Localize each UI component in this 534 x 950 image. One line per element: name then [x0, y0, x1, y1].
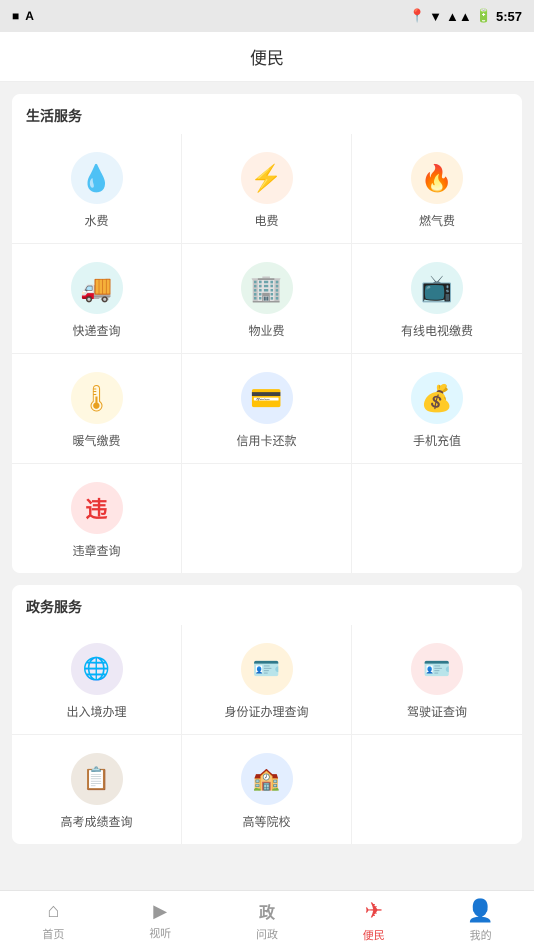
university-item[interactable]: 🏫 高等院校 — [182, 735, 352, 844]
entry-exit-icon: 🌐 — [83, 656, 110, 682]
nav-convenient-label: 便民 — [363, 927, 385, 943]
home-icon: ⌂ — [47, 900, 59, 923]
violation-query-label: 违章查询 — [72, 542, 120, 559]
status-left-icons: ■ A — [12, 9, 34, 23]
gas-fee-icon-bg: 🔥 — [411, 152, 463, 204]
page-header: 便民 — [0, 32, 534, 82]
credit-card-item[interactable]: 💳 信用卡还款 — [182, 354, 352, 464]
gov-icon: 政 — [259, 899, 275, 923]
notification-icon: ■ — [12, 9, 19, 23]
nav-home[interactable]: ⌂ 首页 — [0, 891, 107, 950]
university-label: 高等院校 — [242, 813, 290, 830]
nav-mine[interactable]: 👤 我的 — [427, 891, 534, 950]
water-fee-item[interactable]: 💧 水费 — [12, 134, 182, 244]
media-icon: ▶ — [153, 901, 167, 922]
gaokao-label: 高考成绩查询 — [60, 813, 132, 830]
main-content: 生活服务 💧 水费 ⚡ 电费 🔥 燃气费 — [0, 82, 534, 890]
heating-fee-item[interactable]: 🌡 暖气缴费 — [12, 354, 182, 464]
wifi-icon: ▼ — [429, 9, 442, 24]
status-right-info: 📍 ▼ ▲▲ 🔋 5:57 — [409, 8, 522, 24]
drivers-license-item[interactable]: 🪪 驾驶证查询 — [352, 625, 522, 735]
keyboard-icon: A — [25, 9, 34, 23]
nav-mine-label: 我的 — [470, 927, 492, 943]
electricity-fee-item[interactable]: ⚡ 电费 — [182, 134, 352, 244]
mobile-recharge-icon: 💰 — [421, 383, 453, 414]
express-icon-bg: 🚚 — [71, 262, 123, 314]
drivers-license-icon-bg: 🪪 — [411, 643, 463, 695]
entry-exit-item[interactable]: 🌐 出入境办理 — [12, 625, 182, 735]
mobile-recharge-icon-bg: 💰 — [411, 372, 463, 424]
credit-card-label: 信用卡还款 — [236, 432, 296, 449]
life-services-section: 生活服务 💧 水费 ⚡ 电费 🔥 燃气费 — [12, 94, 522, 573]
heating-fee-icon-bg: 🌡 — [71, 372, 123, 424]
entry-exit-label: 出入境办理 — [66, 703, 126, 720]
heating-fee-label: 暖气缴费 — [72, 432, 120, 449]
electricity-fee-label: 电费 — [254, 212, 278, 229]
gov-services-grid: 🌐 出入境办理 🪪 身份证办理查询 🪪 驾驶证查询 📋 — [12, 625, 522, 844]
drivers-license-label: 驾驶证查询 — [407, 703, 467, 720]
property-fee-label: 物业费 — [248, 322, 284, 339]
time-display: 5:57 — [496, 9, 522, 24]
express-icon: 🚚 — [80, 273, 112, 304]
electricity-icon: ⚡ — [250, 163, 282, 194]
life-services-grid: 💧 水费 ⚡ 电费 🔥 燃气费 🚚 快递查询 — [12, 134, 522, 573]
entry-exit-icon-bg: 🌐 — [71, 643, 123, 695]
id-card-icon: 🪪 — [253, 656, 280, 682]
bottom-nav: ⌂ 首页 ▶ 视听 政 问政 ✈ 便民 👤 我的 — [0, 890, 534, 950]
credit-card-icon: 💳 — [250, 383, 282, 414]
location-icon: 📍 — [409, 8, 425, 24]
nav-convenient[interactable]: ✈ 便民 — [320, 891, 427, 950]
cable-tv-icon: 📺 — [421, 273, 453, 304]
university-icon: 🏫 — [253, 766, 280, 792]
gas-icon: 🔥 — [421, 163, 453, 194]
electricity-fee-icon-bg: ⚡ — [241, 152, 293, 204]
gaokao-icon: 📋 — [83, 766, 110, 792]
gov-services-title: 政务服务 — [12, 585, 522, 625]
gas-fee-label: 燃气费 — [419, 212, 455, 229]
empty-cell-2 — [352, 464, 522, 573]
express-query-item[interactable]: 🚚 快递查询 — [12, 244, 182, 354]
nav-gov-label: 问政 — [256, 926, 278, 942]
gov-empty-cell — [352, 735, 522, 844]
gov-services-section: 政务服务 🌐 出入境办理 🪪 身份证办理查询 🪪 驾驶证查询 — [12, 585, 522, 844]
water-fee-icon-bg: 💧 — [71, 152, 123, 204]
page-title: 便民 — [250, 44, 284, 69]
water-fee-label: 水费 — [84, 212, 108, 229]
mobile-recharge-item[interactable]: 💰 手机充值 — [352, 354, 522, 464]
university-icon-bg: 🏫 — [241, 753, 293, 805]
violation-query-icon-bg: 违 — [71, 482, 123, 534]
violation-query-item[interactable]: 违 违章查询 — [12, 464, 182, 573]
heating-icon: 🌡 — [80, 383, 113, 414]
mine-icon: 👤 — [467, 898, 494, 924]
credit-card-icon-bg: 💳 — [241, 372, 293, 424]
life-services-title: 生活服务 — [12, 94, 522, 134]
gaokao-icon-bg: 📋 — [71, 753, 123, 805]
nav-media[interactable]: ▶ 视听 — [107, 891, 214, 950]
nav-media-label: 视听 — [149, 925, 171, 941]
signal-icon: ▲▲ — [446, 9, 472, 24]
status-bar: ■ A 📍 ▼ ▲▲ 🔋 5:57 — [0, 0, 534, 32]
id-card-label: 身份证办理查询 — [224, 703, 308, 720]
express-query-label: 快递查询 — [72, 322, 120, 339]
drivers-license-icon: 🪪 — [423, 656, 450, 682]
id-card-item[interactable]: 🪪 身份证办理查询 — [182, 625, 352, 735]
nav-gov[interactable]: 政 问政 — [214, 891, 321, 950]
battery-icon: 🔋 — [476, 8, 492, 24]
mobile-recharge-label: 手机充值 — [413, 432, 461, 449]
gaokao-item[interactable]: 📋 高考成绩查询 — [12, 735, 182, 844]
id-card-icon-bg: 🪪 — [241, 643, 293, 695]
property-icon: 🏢 — [250, 273, 282, 304]
gas-fee-item[interactable]: 🔥 燃气费 — [352, 134, 522, 244]
cable-tv-icon-bg: 📺 — [411, 262, 463, 314]
water-icon: 💧 — [80, 163, 112, 194]
property-fee-icon-bg: 🏢 — [241, 262, 293, 314]
violation-icon: 违 — [85, 492, 107, 524]
convenient-icon: ✈ — [365, 898, 383, 924]
cable-tv-label: 有线电视缴费 — [401, 322, 473, 339]
property-fee-item[interactable]: 🏢 物业费 — [182, 244, 352, 354]
cable-tv-item[interactable]: 📺 有线电视缴费 — [352, 244, 522, 354]
nav-home-label: 首页 — [42, 926, 64, 942]
empty-cell-1 — [182, 464, 352, 573]
